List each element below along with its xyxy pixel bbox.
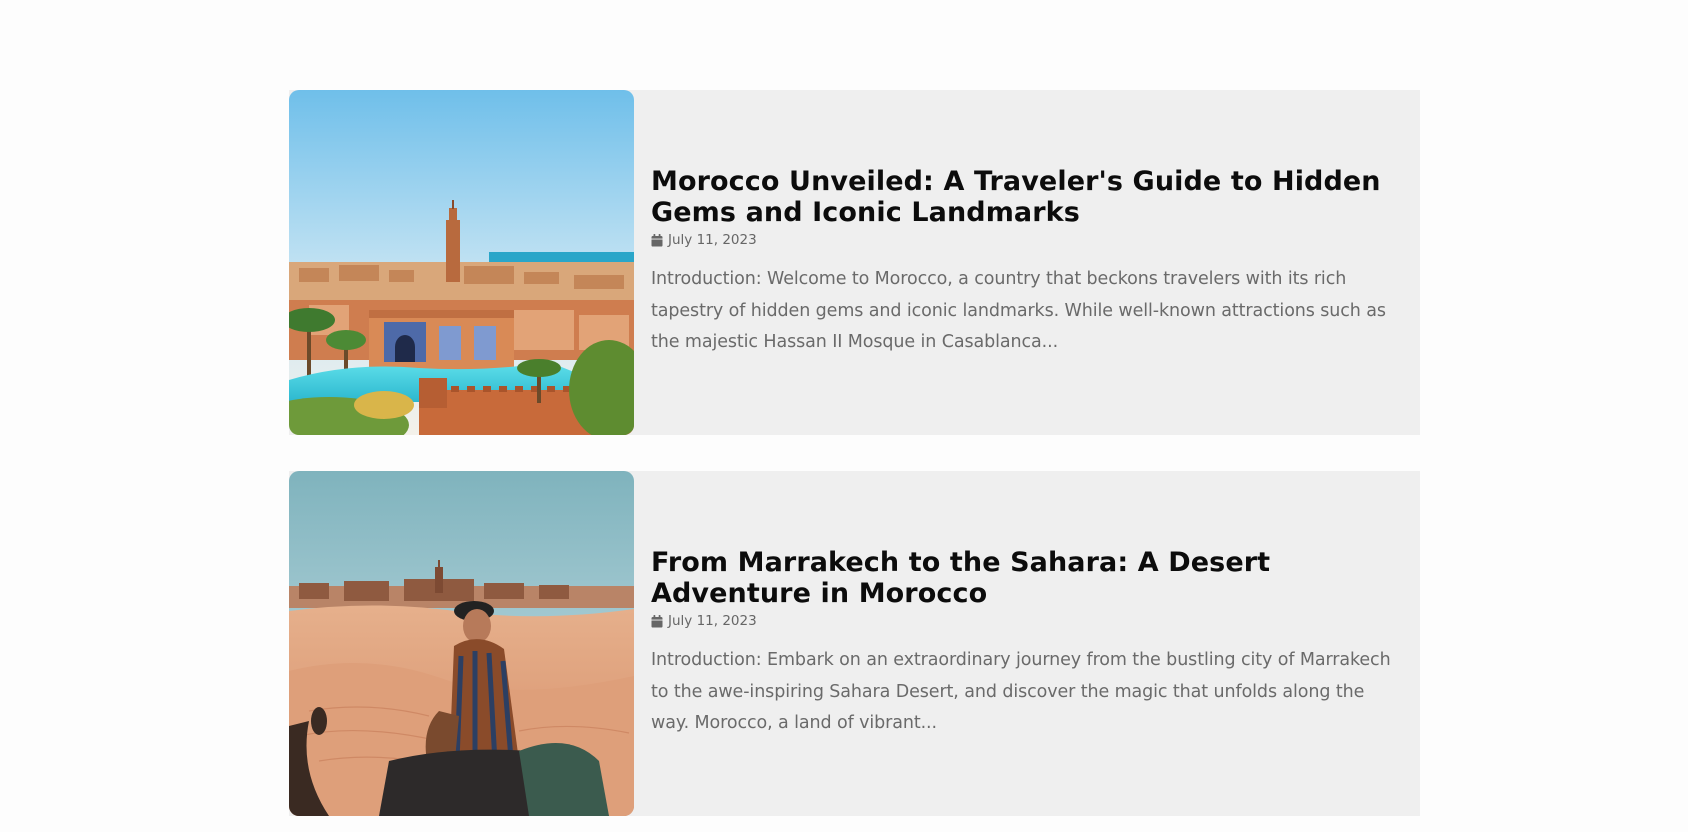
- post-card: From Marrakech to the Sahara: A Desert A…: [289, 471, 1420, 816]
- post-excerpt: Introduction: Welcome to Morocco, a coun…: [651, 269, 1386, 353]
- post-meta: July 11, 2023: [651, 232, 1402, 248]
- marrakech-city-image: [289, 90, 634, 435]
- post-date: July 11, 2023: [668, 613, 757, 630]
- blog-post-list: Morocco Unveiled: A Traveler's Guide to …: [0, 0, 1688, 832]
- post-card: Morocco Unveiled: A Traveler's Guide to …: [289, 90, 1420, 435]
- sahara-desert-image: [289, 471, 634, 816]
- post-content: Morocco Unveiled: A Traveler's Guide to …: [634, 90, 1420, 435]
- post-content: From Marrakech to the Sahara: A Desert A…: [634, 471, 1420, 816]
- post-excerpt: Introduction: Embark on an extraordinary…: [651, 650, 1391, 734]
- post-title[interactable]: From Marrakech to the Sahara: A Desert A…: [651, 547, 1402, 609]
- post-date: July 11, 2023: [668, 232, 757, 249]
- post-meta: July 11, 2023: [651, 613, 1402, 629]
- post-title[interactable]: Morocco Unveiled: A Traveler's Guide to …: [651, 166, 1402, 228]
- calendar-icon: [651, 614, 663, 628]
- post-thumbnail-link[interactable]: [289, 471, 634, 816]
- calendar-icon: [651, 233, 663, 247]
- post-thumbnail-link[interactable]: [289, 90, 634, 435]
